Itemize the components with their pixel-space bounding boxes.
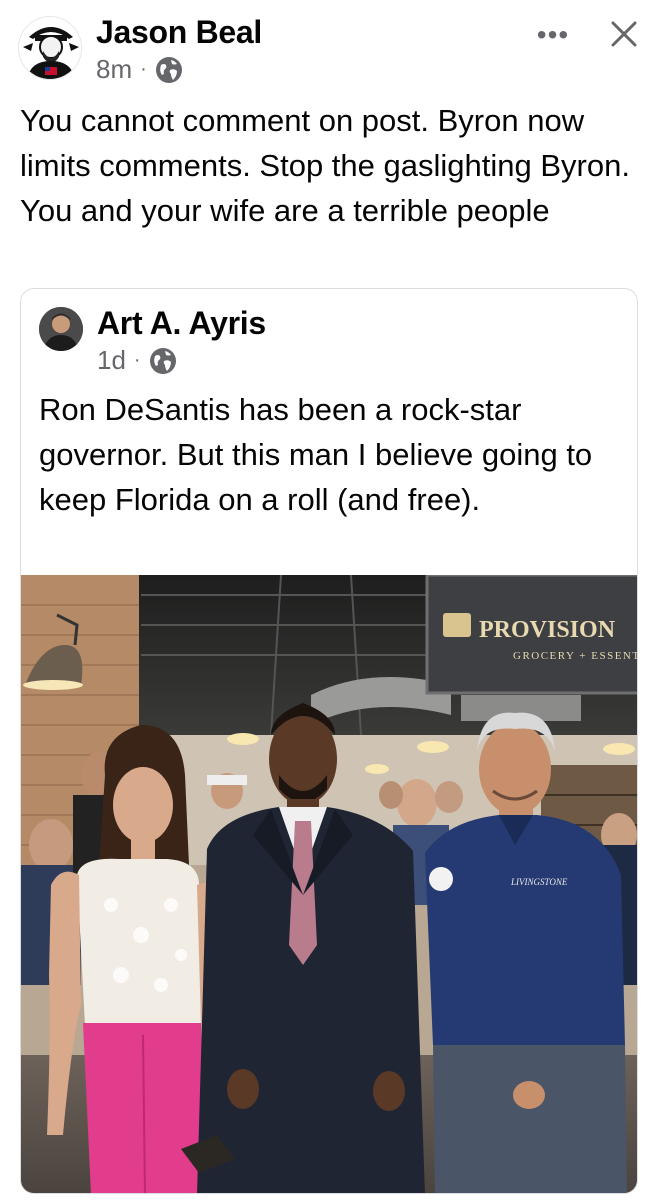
shared-avatar-image [39,307,83,351]
sign-subtitle: GROCERY + ESSENT [513,650,638,662]
shared-post-meta: 1d · [97,345,177,376]
close-icon [611,21,637,47]
post-time[interactable]: 8m [96,54,132,85]
shared-meta-separator: · [133,349,141,371]
shared-post-card[interactable]: Art A. Ayris 1d · Ron DeSantis has been … [20,288,638,1194]
post-header: Jason Beal 8m · ••• [0,0,658,90]
shared-post-time[interactable]: 1d [97,345,126,376]
shared-author-name[interactable]: Art A. Ayris [97,305,266,342]
photo-image: PROVISION GROCERY + ESSENT LIVINGSTONE [21,575,638,1193]
avatar-image [19,17,81,79]
shared-post-text: Ron DeSantis has been a rock-star govern… [39,392,593,517]
post-text: You cannot comment on post. Byron now li… [20,103,630,228]
globe-icon [149,347,177,375]
meta-separator: · [140,58,147,80]
shared-avatar[interactable] [39,307,83,351]
close-button[interactable] [604,14,644,54]
shirt-logo: LIVINGSTONE [510,877,568,887]
post-photo[interactable]: PROVISION GROCERY + ESSENT LIVINGSTONE [21,575,638,1193]
globe-icon [155,56,183,84]
avatar[interactable] [18,16,82,80]
author-name[interactable]: Jason Beal [96,14,262,51]
sign-name: PROVISION [479,617,616,643]
more-options-button[interactable]: ••• [536,18,570,52]
post-meta: 8m · [96,54,183,85]
